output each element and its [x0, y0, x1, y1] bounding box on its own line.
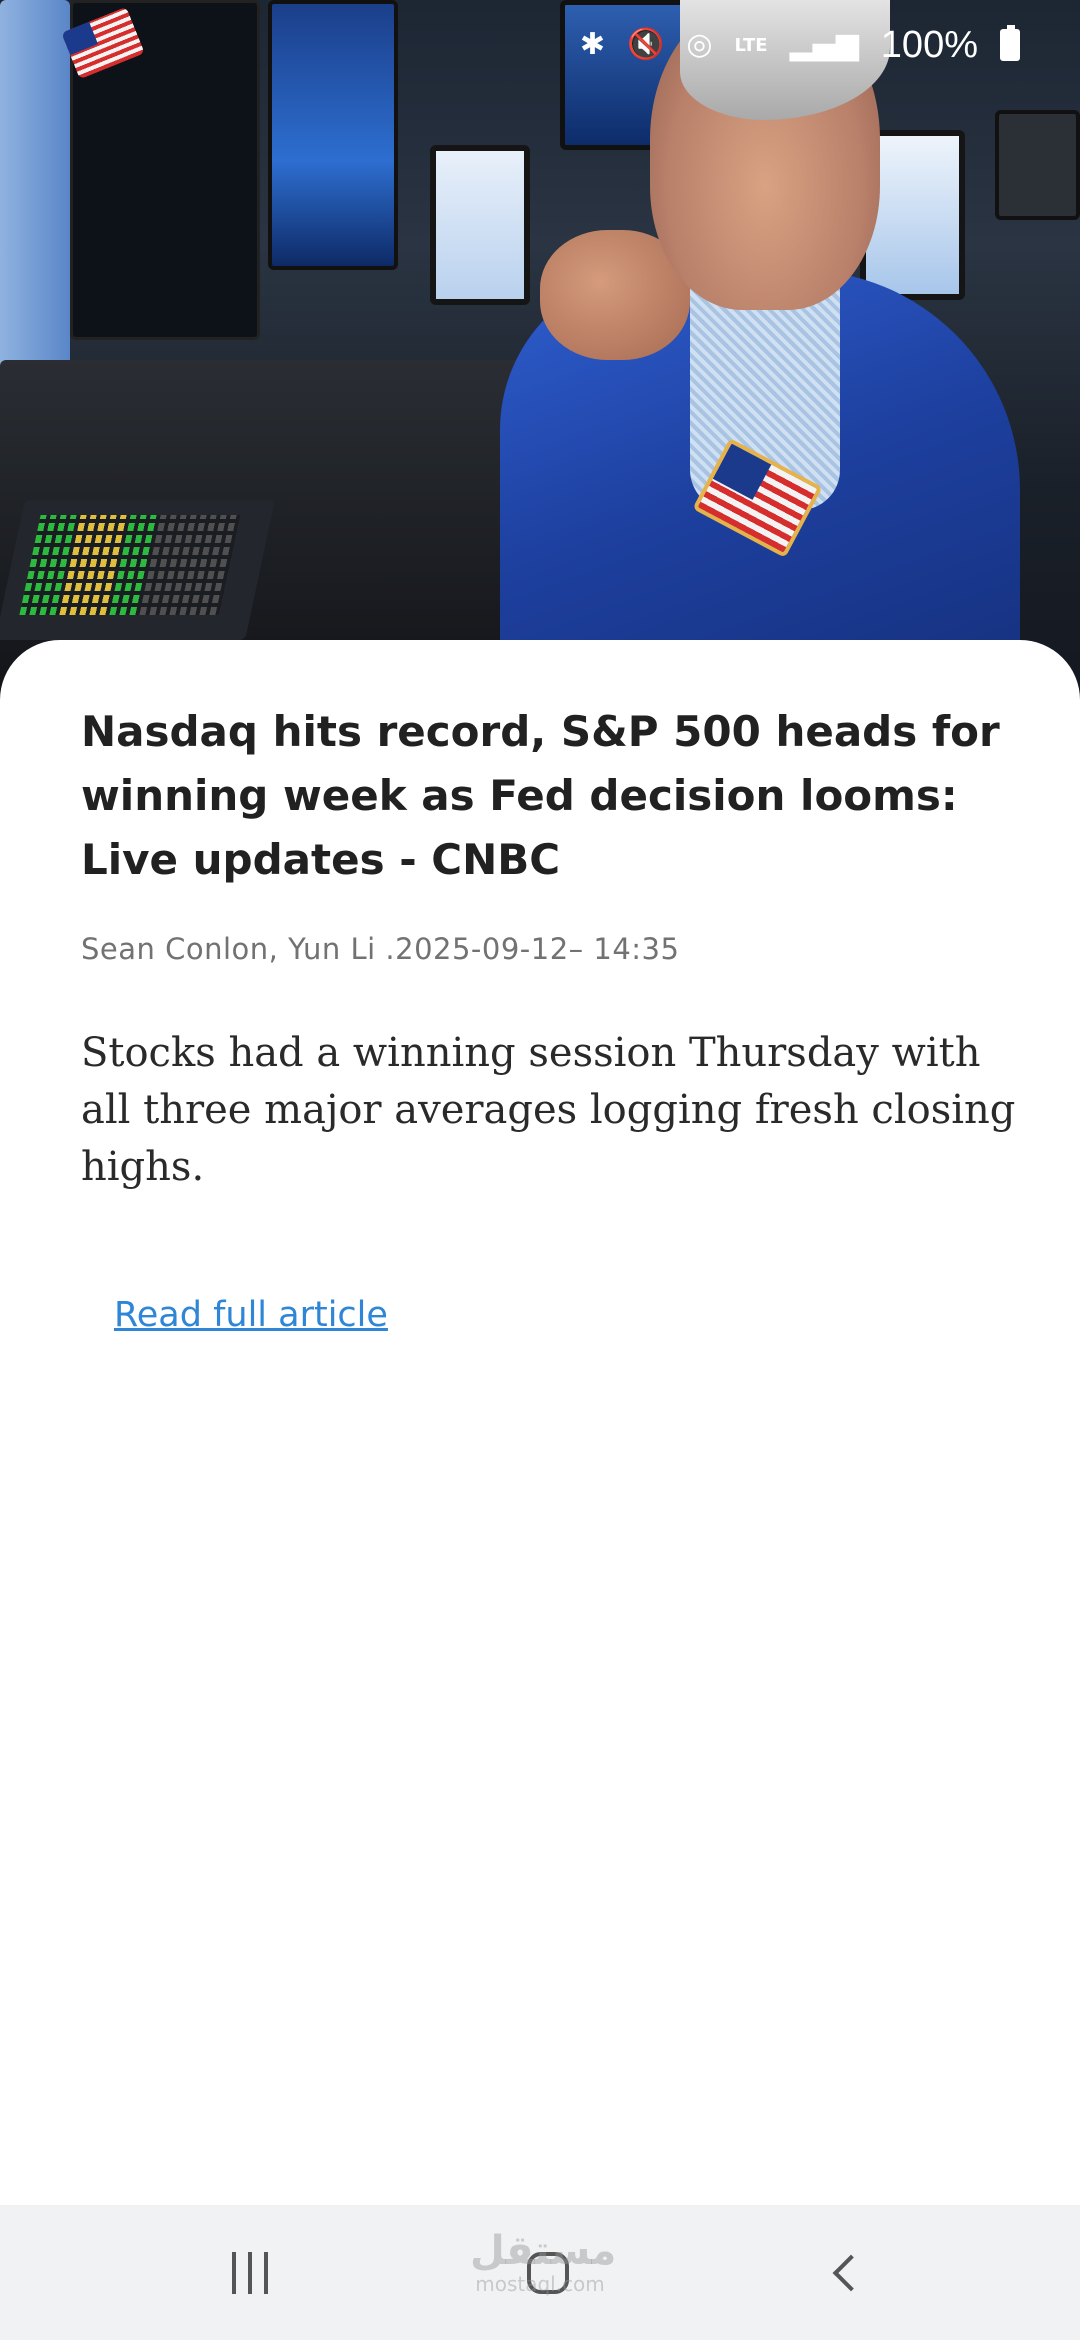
keypad-keys — [19, 515, 241, 615]
trading-monitor — [995, 110, 1080, 220]
back-button[interactable] — [810, 2238, 880, 2308]
read-full-article-link[interactable]: Read full article — [114, 1295, 388, 1335]
recents-icon — [232, 2251, 268, 2294]
article-hero-image — [0, 0, 1080, 700]
article-summary: Stocks had a winning session Thursday wi… — [81, 1030, 1016, 1190]
home-button[interactable] — [513, 2238, 583, 2308]
signal-icon: ▂▄▆ — [789, 27, 859, 62]
bluetooth-icon: ✱ — [579, 27, 605, 62]
status-bar: ✱ 🔇 ◎ LTE ▂▄▆ 100% — [0, 0, 1080, 90]
navigation-bar — [0, 2205, 1080, 2340]
article-card: Nasdaq hits record, S&P 500 heads for wi… — [0, 640, 1080, 2205]
battery-percent: 100% — [880, 23, 978, 66]
trading-monitor — [430, 145, 530, 305]
battery-icon — [1000, 25, 1020, 61]
mute-icon: 🔇 — [626, 27, 665, 62]
lte-icon: LTE — [734, 34, 768, 56]
article-meta: Sean Conlon, Yun Li .2025-09-12– 14:35 — [81, 932, 680, 966]
back-icon — [832, 2254, 870, 2291]
home-icon — [526, 2251, 569, 2294]
recents-button[interactable] — [215, 2238, 285, 2308]
hotspot-icon: ◎ — [686, 27, 713, 62]
article-headline: Nasdaq hits record, S&P 500 heads for wi… — [81, 707, 1000, 884]
